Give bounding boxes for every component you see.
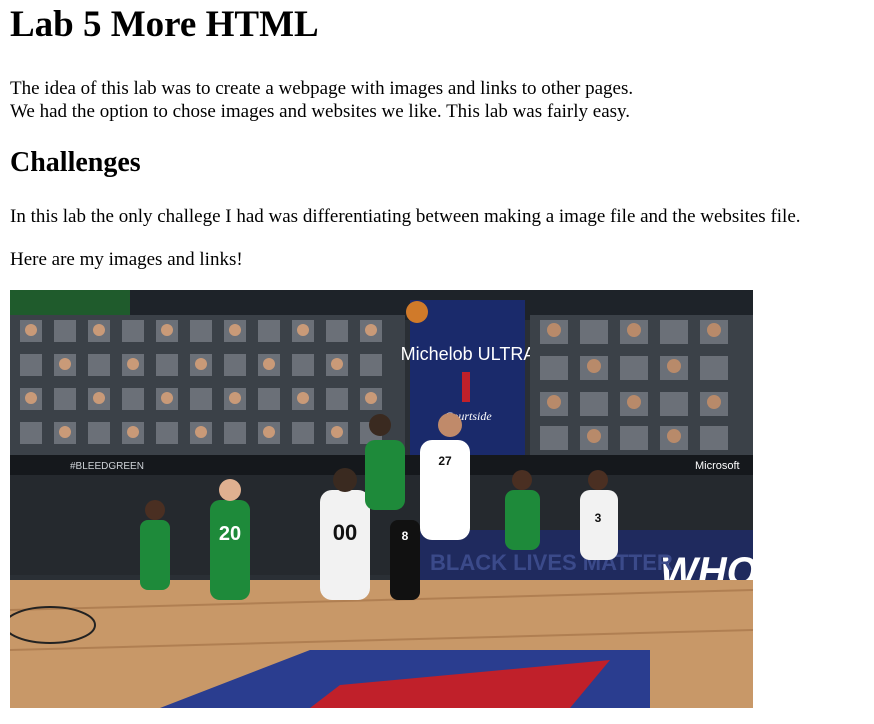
intro-line-1: The idea of this lab was to create a web… bbox=[10, 78, 634, 99]
page-title: Lab 5 More HTML bbox=[10, 4, 319, 45]
sponsor-text: Microsoft bbox=[695, 460, 740, 472]
challenges-heading: Challenges bbox=[10, 147, 141, 178]
jersey-number-2: 27 bbox=[438, 454, 452, 468]
images-intro-paragraph: Here are my images and links! bbox=[10, 249, 243, 270]
board-text: #BLEEDGREEN bbox=[70, 461, 144, 472]
basketball-icon bbox=[406, 301, 428, 323]
intro-line-2: We had the option to chose images and we… bbox=[10, 101, 631, 122]
banner-text: Michelob ULTRA bbox=[401, 344, 536, 364]
jersey-number-5: 8 bbox=[402, 529, 409, 543]
basketball-tipoff-photo[interactable]: Michelob ULTRA Courtside #BLEEDGREEN Mic… bbox=[10, 290, 753, 708]
jersey-number-3: 00 bbox=[333, 520, 357, 545]
jersey-number-1: 20 bbox=[219, 523, 241, 545]
court-text-2: BLACK LIVES MATTER bbox=[430, 550, 673, 575]
challenges-paragraph: In this lab the only challege I had was … bbox=[10, 206, 801, 227]
jersey-number-4: 3 bbox=[595, 511, 602, 525]
intro-paragraph: The idea of this lab was to create a web… bbox=[10, 77, 870, 123]
